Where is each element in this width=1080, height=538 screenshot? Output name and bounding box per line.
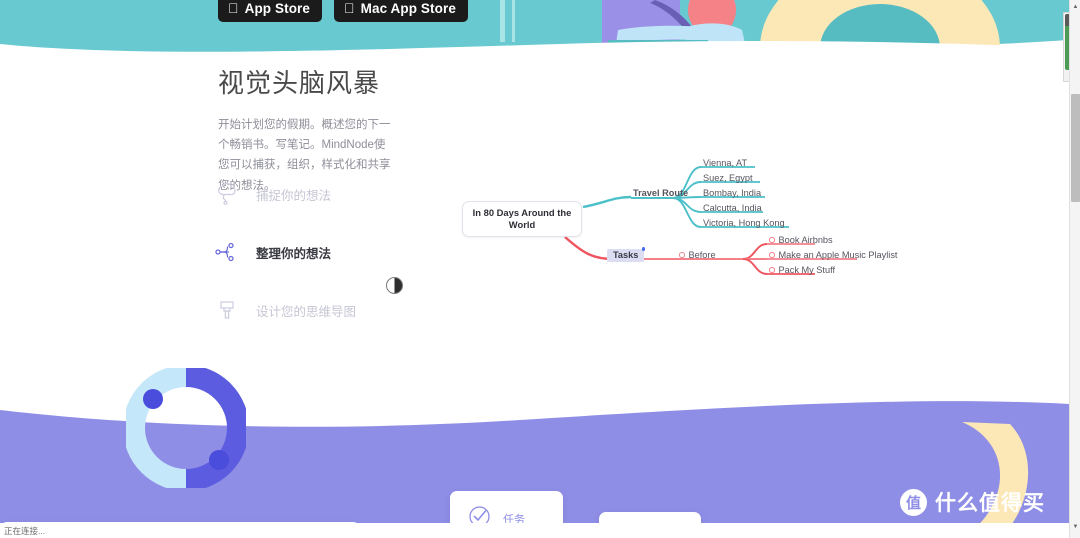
feature-item-label: 设计您的思维导图	[256, 304, 357, 319]
scroll-up-arrow-icon[interactable]: ▲	[1070, 1, 1080, 12]
checkbox-icon[interactable]	[679, 252, 685, 258]
mindmap-subnode-label: Before	[688, 250, 716, 260]
mac-app-store-button[interactable]:  Mac App Store	[334, 0, 468, 22]
feature-list: 捕捉你的想法 整理你的想法 设计您的思维导图	[214, 175, 434, 349]
mindmap-branch-tasks-label: Tasks	[607, 249, 645, 262]
mindmap-preview: In 80 Days Around the World Travel Route…	[455, 155, 897, 290]
mindmap-branch-tasks[interactable]: Tasks	[607, 247, 646, 262]
mindmap-child-node[interactable]: Vienna, AT	[703, 158, 747, 168]
mindmap-node-badge-dot	[641, 247, 646, 251]
feature-item-label: 整理你的想法	[256, 246, 332, 261]
brush-icon	[214, 297, 240, 323]
feature-item-capture[interactable]: 捕捉你的想法	[214, 175, 434, 213]
feature-item-design[interactable]: 设计您的思维导图	[214, 291, 434, 329]
checkbox-icon[interactable]	[769, 237, 775, 243]
feature-item-label: 捕捉你的想法	[256, 188, 332, 203]
status-bar: 正在连接...	[0, 523, 1069, 538]
watermark-logo-icon: 值	[900, 488, 927, 516]
mindmap-branch-travel-route[interactable]: Travel Route	[633, 188, 688, 198]
mindmap-child-node[interactable]: Bombay, India	[703, 188, 761, 198]
contrast-circle-icon[interactable]	[386, 277, 403, 294]
app-store-button[interactable]:  App Store	[218, 0, 323, 22]
checkbox-icon[interactable]	[769, 267, 775, 273]
feature-item-organize[interactable]: 整理你的想法	[214, 233, 434, 271]
page-scrollbar-thumb[interactable]	[1071, 94, 1080, 202]
status-text: 正在连接...	[4, 525, 46, 536]
browser-viewport:  App Store  Mac App Store 视觉头脑风暴 开始计划您…	[0, 0, 1080, 538]
donut-ring-graphic	[126, 368, 246, 488]
watermark: 值 什么值得买	[900, 487, 1045, 517]
mindmap-task-node[interactable]: Pack My Stuff	[769, 265, 835, 275]
mindmap-task-label: Make an Apple Music Playlist	[778, 250, 898, 260]
node-tree-icon	[214, 239, 240, 265]
mindmap-task-label: Book Airbnbs	[778, 235, 833, 245]
mindmap-child-node[interactable]: Victoria, Hong Kong	[703, 218, 785, 228]
mindmap-task-label: Pack My Stuff	[778, 265, 836, 275]
mindmap-subnode-before[interactable]: Before	[679, 250, 716, 260]
mindmap-root-node[interactable]: In 80 Days Around the World	[462, 201, 582, 237]
mindmap-task-node[interactable]: Book Airbnbs	[769, 235, 833, 245]
mindmap-child-node[interactable]: Calcutta, India	[703, 203, 762, 213]
checkbox-icon[interactable]	[769, 252, 775, 258]
mac-app-store-button-label: Mac App Store	[339, 1, 456, 16]
scroll-down-arrow-icon[interactable]: ▼	[1070, 521, 1080, 532]
mindmap-child-node[interactable]: Suez, Egypt	[703, 173, 753, 183]
store-buttons:  App Store  Mac App Store	[218, 0, 468, 22]
apple-icon: 	[344, 1, 355, 15]
mindmap-task-node[interactable]: Make an Apple Music Playlist	[769, 250, 897, 260]
hero-illustration-band	[0, 0, 1069, 60]
apple-icon: 	[228, 1, 239, 15]
page-title: 视觉头脑风暴	[218, 68, 381, 98]
cloud-idea-icon	[214, 181, 240, 207]
page-scrollbar-track[interactable]: ▲ ▼	[1069, 0, 1080, 538]
hero-illustration	[0, 0, 1069, 60]
watermark-text: 什么值得买	[935, 492, 1045, 515]
app-store-button-label: App Store	[234, 1, 310, 16]
